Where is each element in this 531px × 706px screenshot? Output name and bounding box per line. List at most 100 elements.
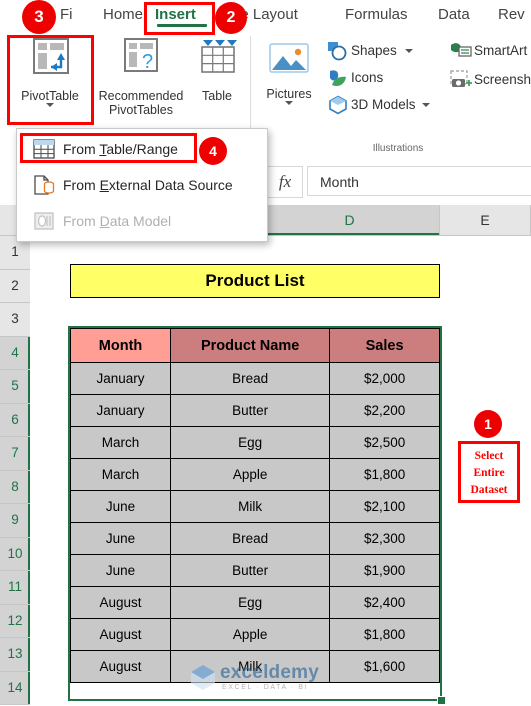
recommended-pivottables-label-1: Recommended (98, 89, 184, 103)
menu-item-from-external-data-source[interactable]: From External Data Source (17, 167, 267, 203)
table-cell[interactable]: June (69, 490, 172, 523)
table-cell[interactable]: $2,100 (329, 490, 440, 523)
row-header-9[interactable]: 9 (0, 504, 30, 538)
table-cell[interactable]: Milk (170, 650, 331, 683)
table-cell[interactable]: $1,800 (329, 458, 440, 491)
row-header-2[interactable]: 2 (0, 269, 30, 303)
table-cell[interactable]: $2,300 (329, 522, 440, 555)
screenshot-button[interactable]: Screensh (448, 67, 531, 93)
smartart-icon (450, 41, 472, 66)
table-cell[interactable]: June (69, 554, 172, 587)
chevron-down-icon[interactable] (405, 49, 413, 53)
table-header-cell-product-name[interactable]: Product Name (170, 328, 331, 363)
row-header-label: 11 (7, 579, 22, 594)
table-cell[interactable]: March (69, 458, 172, 491)
column-header-D[interactable]: D (260, 205, 440, 235)
table-cell[interactable]: Egg (170, 426, 331, 459)
menu-item-label: From External Data Source (63, 167, 233, 203)
recommended-pivottables-button[interactable]: ? Recommended PivotTables (93, 36, 189, 117)
table-cell[interactable]: Egg (170, 586, 331, 619)
row-header-label: 1 (11, 244, 19, 259)
row-header-5[interactable]: 5 (0, 370, 30, 404)
row-header-12[interactable]: 12 (0, 604, 30, 638)
row-header-4[interactable]: 4 (0, 336, 30, 370)
chevron-down-icon[interactable] (285, 101, 293, 105)
table-label: Table (202, 89, 232, 103)
badge-4: 4 (199, 137, 227, 165)
table-row: March Egg $2,500 (69, 426, 440, 459)
formula-input[interactable]: Month (307, 166, 531, 196)
table-cell[interactable]: $1,900 (329, 554, 440, 587)
table-cell[interactable]: Apple (170, 458, 331, 491)
row-header-label: 3 (11, 311, 19, 326)
table-cell[interactable]: August (69, 650, 172, 683)
table-cell[interactable]: Apple (170, 618, 331, 651)
row-header-6[interactable]: 6 (0, 403, 30, 437)
table-cell[interactable]: $2,000 (329, 362, 440, 395)
menu-label-accesskey: E (99, 177, 109, 193)
selection-fill-handle[interactable] (437, 696, 446, 705)
ribbon-tab-data[interactable]: Data (438, 0, 470, 30)
shapes-button[interactable]: Shapes (325, 38, 435, 64)
table-button[interactable]: Table (192, 36, 242, 103)
title-cell[interactable]: Product List (70, 264, 440, 298)
table-cell[interactable]: January (69, 394, 172, 427)
table-row: June Milk $2,100 (69, 490, 440, 523)
table-cell[interactable]: $2,200 (329, 394, 440, 427)
table-cell[interactable]: June (69, 522, 172, 555)
column-selection-indicator (260, 233, 439, 235)
table-cell[interactable]: $1,800 (329, 618, 440, 651)
icons-button[interactable]: Icons (325, 65, 435, 91)
chevron-down-icon[interactable] (422, 103, 430, 107)
row-header-8[interactable]: 8 (0, 470, 30, 504)
smartart-button[interactable]: SmartArt (448, 38, 531, 64)
worksheet-grid[interactable]: Product List Month Product Name Sales Janua… (30, 236, 531, 706)
table-cell[interactable]: Milk (170, 490, 331, 523)
row-header-10[interactable]: 10 (0, 537, 30, 571)
product-list-table: Month Product Name Sales January Bread $2,000… (69, 328, 440, 683)
pivottable-button[interactable]: PivotTable (10, 36, 90, 107)
3d-models-label: 3D Models (351, 97, 416, 112)
shapes-label: Shapes (351, 43, 397, 58)
recommended-pivottables-icon: ? (93, 36, 189, 89)
table-cell[interactable]: Butter (170, 554, 331, 587)
row-header-13[interactable]: 13 (0, 638, 30, 672)
callout-line-3: Dataset (470, 484, 508, 496)
menu-label-suffix: ata Model (109, 213, 172, 229)
table-row: January Bread $2,000 (69, 362, 440, 395)
row-header-label: 7 (11, 445, 19, 460)
table-cell[interactable]: January (69, 362, 172, 395)
column-header-E[interactable]: E (440, 205, 531, 235)
table-cell[interactable]: $2,400 (329, 586, 440, 619)
3d-models-button[interactable]: 3D Models (325, 92, 455, 118)
row-header-7[interactable]: 7 (0, 437, 30, 471)
row-header-label: 8 (11, 478, 19, 494)
table-cell[interactable]: Bread (170, 522, 331, 555)
table-cell[interactable]: $1,600 (329, 650, 440, 683)
ribbon-tab-fi[interactable]: Fi (60, 0, 73, 30)
pivottable-icon (10, 36, 90, 89)
menu-item-from-table-range[interactable]: From Table/Range (17, 131, 267, 167)
row-header-label: 5 (11, 378, 19, 393)
table-row: August Egg $2,400 (69, 586, 440, 619)
table-cell[interactable]: March (69, 426, 172, 459)
table-row: March Apple $1,800 (69, 458, 440, 491)
ribbon-tab-formulas[interactable]: Formulas (345, 0, 408, 30)
row-header-14[interactable]: 14 (0, 671, 30, 705)
pictures-button[interactable]: Pictures (258, 38, 320, 105)
row-header-3[interactable]: 3 (0, 303, 30, 337)
table-cell[interactable]: August (69, 586, 172, 619)
ribbon-tab-rev[interactable]: Rev (498, 0, 525, 30)
table-cell[interactable]: Butter (170, 394, 331, 427)
insert-function-button[interactable]: fx (267, 166, 303, 198)
table-header-cell-sales[interactable]: Sales (329, 328, 440, 363)
pictures-label: Pictures (266, 87, 312, 101)
table-cell[interactable]: $2,500 (329, 426, 440, 459)
table-cell[interactable]: Bread (170, 362, 331, 395)
table-cell[interactable]: August (69, 618, 172, 651)
table-header-cell-month[interactable]: Month (69, 328, 172, 363)
ribbon-tab-home[interactable]: Home (103, 0, 143, 30)
table-row: August Apple $1,800 (69, 618, 440, 651)
chevron-down-icon[interactable] (46, 103, 54, 107)
row-header-11[interactable]: 11 (0, 571, 30, 605)
